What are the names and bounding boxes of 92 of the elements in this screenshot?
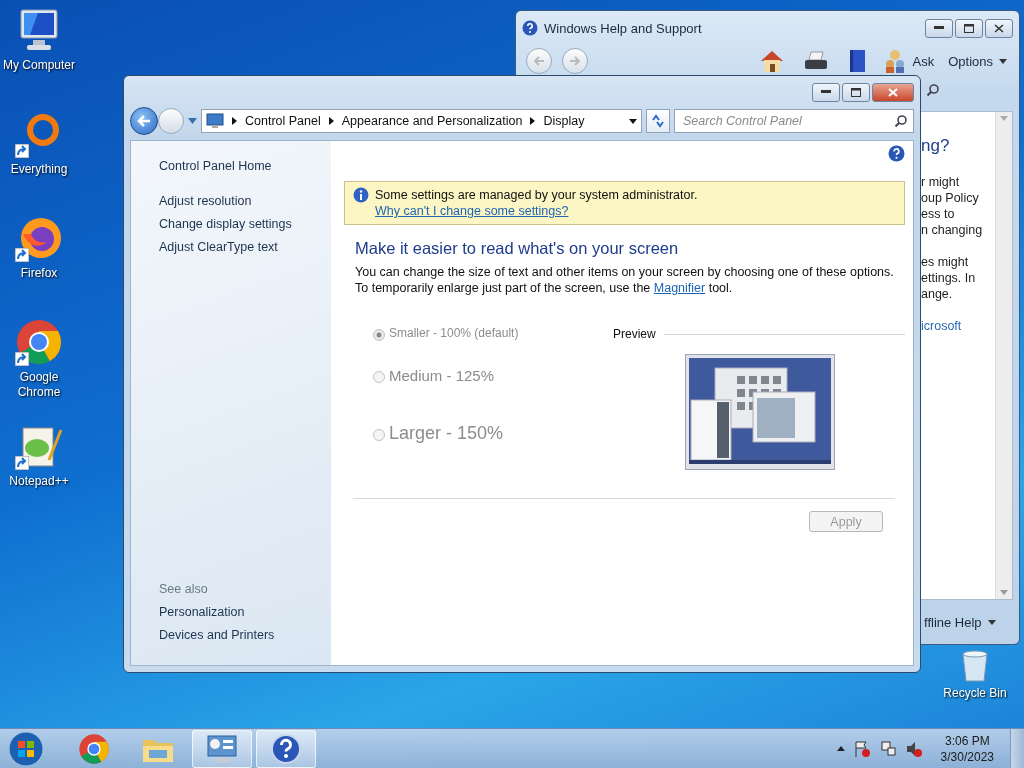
minimize-button[interactable] xyxy=(925,18,953,38)
maximize-button[interactable] xyxy=(842,82,870,102)
show-hidden-icons-button[interactable] xyxy=(836,746,845,751)
magnifier-link[interactable]: Magnifier xyxy=(653,281,706,295)
action-center-button[interactable] xyxy=(852,739,871,758)
arrow-right-icon xyxy=(569,56,581,66)
refresh-arrows-icon xyxy=(651,114,665,128)
nav-link[interactable]: Devices and Printers xyxy=(159,624,331,647)
caret-icon xyxy=(629,118,637,124)
taskbar-button[interactable] xyxy=(256,729,316,768)
shortcut-arrow-icon xyxy=(15,248,29,262)
breadcrumb-item[interactable]: Appearance and Personalization xyxy=(341,114,523,128)
maximize-icon xyxy=(964,23,974,33)
refresh-button[interactable] xyxy=(646,109,670,133)
nav-link[interactable]: Change display settings xyxy=(159,213,331,236)
flag-alert-icon xyxy=(852,739,871,758)
page-heading: Make it easier to read what's on your screen xyxy=(355,239,680,258)
shortcut-arrow-icon xyxy=(15,352,29,366)
close-icon xyxy=(994,23,1004,33)
search-field[interactable]: Search Control Panel xyxy=(674,109,914,133)
caret-icon xyxy=(1000,590,1008,595)
arrow-left-icon xyxy=(533,56,545,66)
search-icon xyxy=(895,115,907,127)
taskbar-button[interactable] xyxy=(192,729,252,768)
caret-icon xyxy=(1000,116,1008,121)
breadcrumb-separator-icon xyxy=(232,117,237,125)
shortcut-arrow-icon xyxy=(15,144,29,158)
desktop-icon-label[interactable]: Recycle Bin xyxy=(937,686,1013,701)
close-button[interactable] xyxy=(872,82,914,102)
breadcrumb-item[interactable]: Display xyxy=(543,114,585,128)
info-icon xyxy=(353,187,369,203)
desktop-icon-label[interactable]: Google Chrome xyxy=(1,370,77,400)
back-button[interactable] xyxy=(130,107,158,135)
breadcrumb-separator-icon xyxy=(530,117,536,125)
recent-pages-caret-icon[interactable] xyxy=(188,118,197,124)
chrome-icon xyxy=(78,732,110,765)
ask-button[interactable]: Ask xyxy=(880,49,937,73)
windows-logo-icon xyxy=(8,730,44,767)
desktop-icon-label[interactable]: Notepad++ xyxy=(1,474,77,489)
maximize-icon xyxy=(851,87,861,97)
article-text: es might xyxy=(921,254,970,270)
nav-link[interactable]: Control Panel Home xyxy=(159,155,331,178)
info-link[interactable]: Why can't I change some settings? xyxy=(375,203,698,219)
info-message: Some settings are managed by your system administrator. xyxy=(375,187,698,203)
preview-label: Preview xyxy=(613,327,656,341)
arrow-left-icon xyxy=(137,115,151,127)
shortcut-arrow-icon xyxy=(15,456,29,470)
nav-link[interactable]: Adjust resolution xyxy=(159,190,331,213)
control-panel-icon xyxy=(206,113,224,129)
printer-icon xyxy=(802,50,829,72)
article-text: n changing xyxy=(921,222,984,238)
see-also-heading: See also xyxy=(159,581,209,598)
help-icon xyxy=(270,732,302,765)
caret-up-icon xyxy=(836,746,845,751)
article-text: oup Policy xyxy=(921,190,980,206)
chrome-icon xyxy=(15,318,63,366)
control-panel-icon xyxy=(205,732,239,765)
close-icon xyxy=(888,87,898,97)
search-icon xyxy=(927,84,939,96)
article-heading: ng? xyxy=(921,135,951,157)
close-button[interactable] xyxy=(985,18,1013,38)
address-bar[interactable]: Control Panel Appearance and Personalization Display xyxy=(201,109,642,133)
minimize-button[interactable] xyxy=(812,82,840,102)
maximize-button[interactable] xyxy=(955,18,983,38)
article-text: ange. xyxy=(921,286,954,302)
article-text: ess to xyxy=(921,206,956,222)
desktop-icon-label[interactable]: Everything xyxy=(1,162,77,177)
recycle-bin-icon xyxy=(959,648,991,682)
article-text: r might xyxy=(921,174,961,190)
clock-time[interactable]: 3:06 PM xyxy=(944,732,990,749)
article-text: ettings. In xyxy=(921,270,977,286)
clock-date[interactable]: 3/30/2023 xyxy=(940,748,994,765)
options-menu[interactable]: Options xyxy=(946,53,1009,69)
caret-icon xyxy=(987,619,996,625)
desktop-icon-label[interactable]: Firefox xyxy=(1,266,77,281)
breadcrumb-item[interactable]: Control Panel xyxy=(245,114,321,128)
help-icon[interactable] xyxy=(888,145,905,162)
nav-link[interactable]: Adjust ClearType text xyxy=(159,236,331,259)
caret-icon xyxy=(999,58,1007,64)
minimize-icon xyxy=(821,90,831,94)
desktop-icon-label[interactable]: My Computer xyxy=(1,58,77,73)
network-button[interactable] xyxy=(878,739,897,758)
nav-link[interactable]: Personalization xyxy=(159,601,331,624)
minimize-icon xyxy=(934,26,944,30)
network-icon xyxy=(878,739,897,758)
page-description: You can change the size of text and other items on your screen by choosing one of these options. To temporarily enlarge just part of the screen, use the Magnifier tool. xyxy=(355,264,895,296)
breadcrumb-separator-icon xyxy=(328,117,334,125)
help-icon[interactable] xyxy=(522,20,538,36)
article-link[interactable]: icrosoft xyxy=(921,318,995,334)
offline-help-menu[interactable]: ffline Help xyxy=(922,614,998,630)
start-button[interactable] xyxy=(6,729,46,768)
window-title: Windows Help and Support xyxy=(544,20,703,36)
